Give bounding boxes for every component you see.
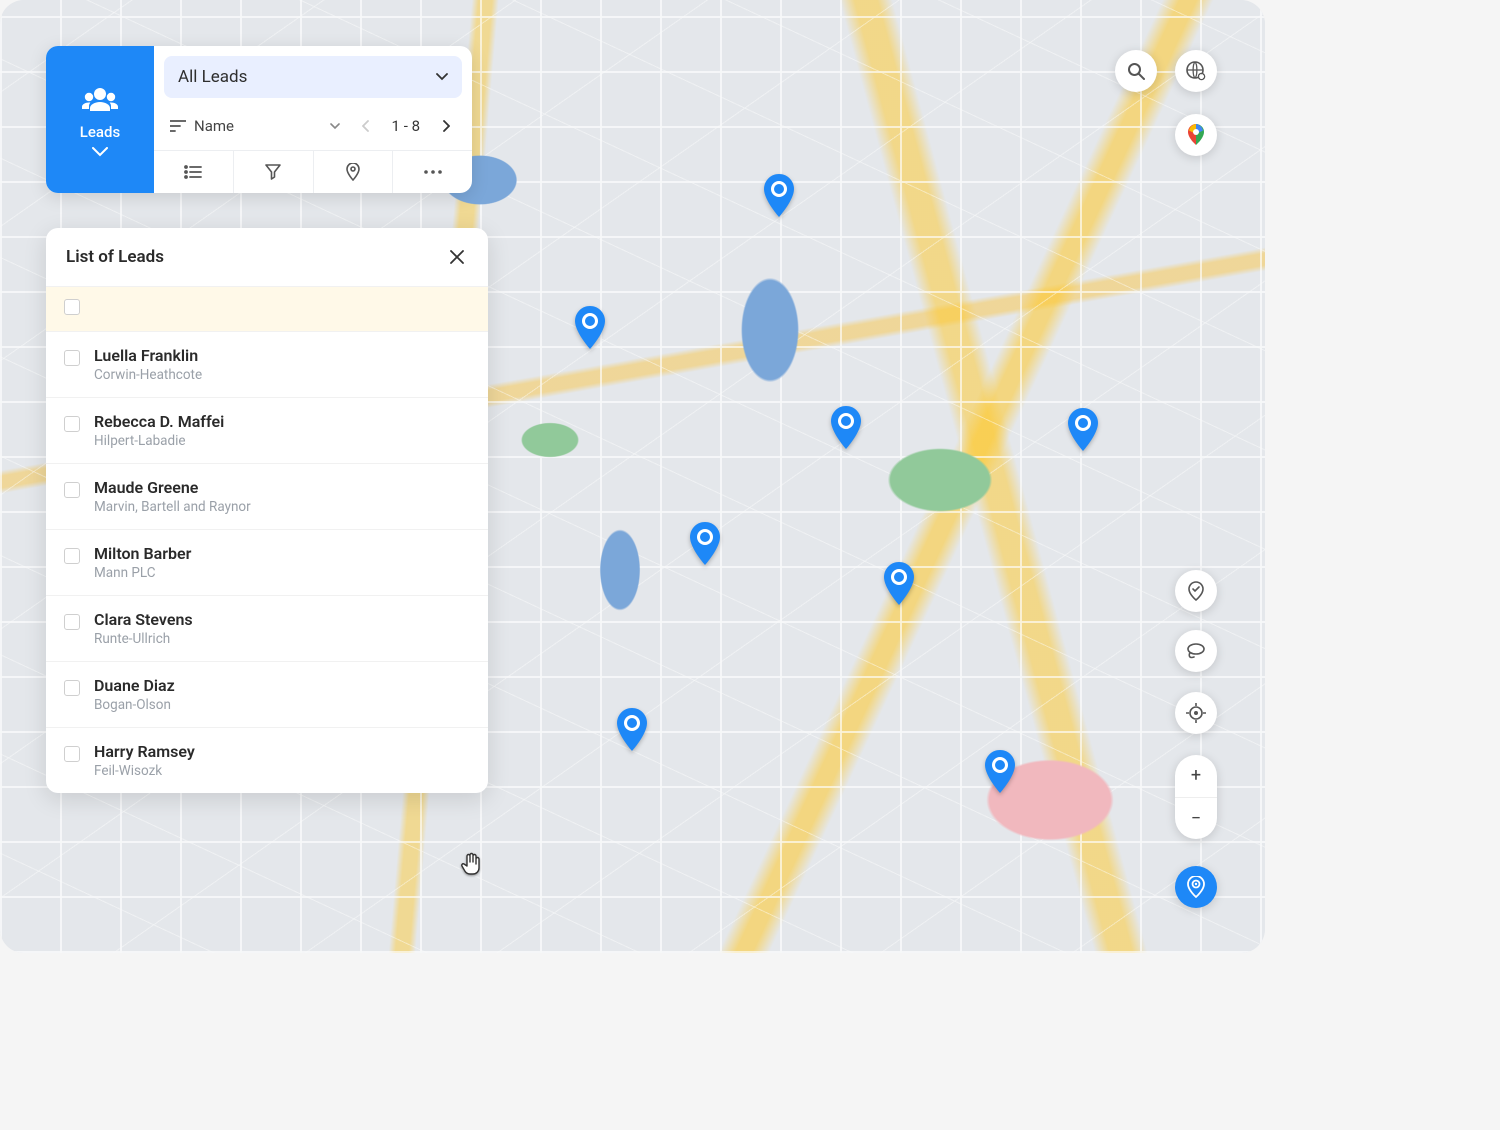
globe-gear-icon	[1185, 60, 1207, 82]
module-tab-leads[interactable]: Leads	[46, 46, 154, 193]
lead-checkbox[interactable]	[64, 350, 80, 366]
minus-icon: −	[1191, 808, 1201, 829]
globe-settings-button[interactable]	[1175, 50, 1217, 92]
lead-row[interactable]: Duane Diaz Bogan-Olson	[46, 662, 488, 728]
people-icon	[81, 87, 119, 115]
map-pin[interactable]	[688, 522, 722, 566]
lead-name: Milton Barber	[94, 544, 191, 563]
lead-company: Bogan-Olson	[94, 697, 175, 713]
leads-list-panel: List of Leads Luella Franklin Corwin-Heat…	[46, 228, 488, 793]
map-pin[interactable]	[1066, 408, 1100, 452]
select-all-row	[46, 286, 488, 332]
lead-text: Luella Franklin Corwin-Heathcote	[94, 346, 202, 383]
lead-name: Maude Greene	[94, 478, 251, 497]
lead-row[interactable]: Rebecca D. Maffei Hilpert-Labadie	[46, 398, 488, 464]
search-button[interactable]	[1115, 50, 1157, 92]
lead-name: Duane Diaz	[94, 676, 175, 695]
current-location-pin-button[interactable]	[1175, 866, 1217, 908]
pin-button[interactable]	[314, 151, 394, 193]
lead-name: Rebecca D. Maffei	[94, 412, 224, 431]
close-list-button[interactable]	[446, 246, 468, 268]
lead-checkbox[interactable]	[64, 614, 80, 630]
page-next-button[interactable]	[434, 114, 458, 138]
app-frame: Leads All Leads Name	[0, 0, 1265, 953]
more-options-button[interactable]	[393, 151, 472, 193]
lead-name: Harry Ramsey	[94, 742, 195, 761]
sort-selector[interactable]: Name	[164, 109, 346, 143]
search-icon	[1127, 62, 1145, 80]
lead-name: Luella Franklin	[94, 346, 202, 365]
lead-company: Marvin, Bartell and Raynor	[94, 499, 251, 515]
close-icon	[450, 250, 464, 264]
pager: 1 - 8	[350, 108, 462, 144]
page-prev-button[interactable]	[354, 114, 378, 138]
zoom-out-button[interactable]: −	[1175, 798, 1217, 840]
module-tab-label: Leads	[80, 123, 120, 141]
leads-list: Luella Franklin Corwin-Heathcote Rebecca D…	[46, 332, 488, 793]
list-view-button[interactable]	[154, 151, 234, 193]
zoom-in-button[interactable]: +	[1175, 755, 1217, 798]
map-pin[interactable]	[882, 562, 916, 606]
pin-target-icon	[1187, 876, 1205, 898]
lead-text: Harry Ramsey Feil-Wisozk	[94, 742, 195, 779]
map-pin[interactable]	[615, 708, 649, 752]
lead-row[interactable]: Maude Greene Marvin, Bartell and Raynor	[46, 464, 488, 530]
view-selector-label: All Leads	[178, 67, 247, 87]
lead-row[interactable]: Harry Ramsey Feil-Wisozk	[46, 728, 488, 793]
list-icon	[184, 165, 202, 179]
pin-icon	[346, 163, 360, 181]
lead-row[interactable]: Luella Franklin Corwin-Heathcote	[46, 332, 488, 398]
filter-button[interactable]	[234, 151, 314, 193]
map-pin[interactable]	[762, 174, 796, 218]
hand-cursor-icon	[458, 850, 486, 878]
map-pin[interactable]	[573, 306, 607, 350]
list-header: List of Leads	[46, 228, 488, 286]
lead-company: Corwin-Heathcote	[94, 367, 202, 383]
lead-company: Feil-Wisozk	[94, 763, 195, 779]
lead-text: Clara Stevens Runte-Ullrich	[94, 610, 193, 647]
locate-me-button[interactable]	[1175, 692, 1217, 734]
lead-checkbox[interactable]	[64, 680, 80, 696]
zoom-controls: + −	[1175, 755, 1217, 839]
lead-text: Rebecca D. Maffei Hilpert-Labadie	[94, 412, 224, 449]
sort-label: Name	[194, 117, 234, 135]
lead-row[interactable]: Clara Stevens Runte-Ullrich	[46, 596, 488, 662]
lead-checkbox[interactable]	[64, 548, 80, 564]
lead-checkbox[interactable]	[64, 416, 80, 432]
target-pin-button[interactable]	[1175, 570, 1217, 612]
chevron-down-icon	[92, 147, 108, 157]
lasso-button[interactable]	[1175, 630, 1217, 672]
lead-row[interactable]: Milton Barber Mann PLC	[46, 530, 488, 596]
select-all-checkbox[interactable]	[64, 299, 80, 315]
lasso-icon	[1186, 643, 1206, 659]
dots-icon	[424, 170, 442, 174]
lead-company: Mann PLC	[94, 565, 191, 581]
pin-check-icon	[1186, 581, 1206, 601]
lead-checkbox[interactable]	[64, 746, 80, 762]
sort-icon	[170, 120, 186, 132]
map-pin[interactable]	[829, 406, 863, 450]
lead-text: Maude Greene Marvin, Bartell and Raynor	[94, 478, 251, 515]
page-range: 1 - 8	[384, 117, 428, 135]
view-selector[interactable]: All Leads	[164, 56, 462, 98]
lead-text: Milton Barber Mann PLC	[94, 544, 191, 581]
plus-icon: +	[1191, 765, 1201, 786]
list-title: List of Leads	[66, 247, 164, 267]
map-pin-colored-icon	[1186, 123, 1206, 147]
lead-company: Hilpert-Labadie	[94, 433, 224, 449]
funnel-icon	[265, 164, 281, 180]
map-pin[interactable]	[983, 750, 1017, 794]
map-layers-button[interactable]	[1175, 114, 1217, 156]
lead-text: Duane Diaz Bogan-Olson	[94, 676, 175, 713]
lead-name: Clara Stevens	[94, 610, 193, 629]
leads-control-card: Leads All Leads Name	[46, 46, 472, 193]
leads-controls: All Leads Name	[154, 46, 472, 193]
lead-checkbox[interactable]	[64, 482, 80, 498]
chevron-down-icon	[330, 123, 340, 130]
crosshair-icon	[1186, 703, 1206, 723]
chevron-down-icon	[436, 73, 448, 81]
lead-company: Runte-Ullrich	[94, 631, 193, 647]
